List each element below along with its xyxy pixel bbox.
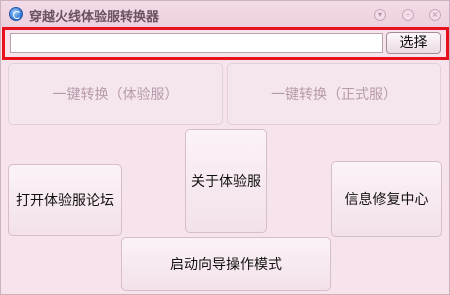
main-window: 穿越火线体验服转换器 ▾ – × 选择 一键转换（体验服） 一键转换（正式服） …: [0, 0, 450, 295]
window-title: 穿越火线体验服转换器: [29, 10, 160, 25]
close-icon[interactable]: ×: [429, 9, 441, 21]
open-forum-button[interactable]: 打开体验服论坛: [8, 164, 122, 236]
info-repair-button[interactable]: 信息修复中心: [331, 161, 442, 237]
app-logo-icon: [9, 7, 23, 21]
convert-trial-button[interactable]: 一键转换（体验服）: [8, 63, 223, 125]
path-input[interactable]: [10, 33, 383, 53]
about-trial-button[interactable]: 关于体验服: [185, 129, 267, 233]
convert-official-button[interactable]: 一键转换（正式服）: [227, 63, 441, 125]
minimize-icon[interactable]: –: [402, 9, 414, 21]
dropdown-menu-icon[interactable]: ▾: [374, 9, 386, 21]
title-bar[interactable]: 穿越火线体验服转换器 ▾ – ×: [1, 1, 449, 27]
select-button[interactable]: 选择: [386, 32, 441, 54]
wizard-mode-button[interactable]: 启动向导操作模式: [121, 237, 331, 291]
